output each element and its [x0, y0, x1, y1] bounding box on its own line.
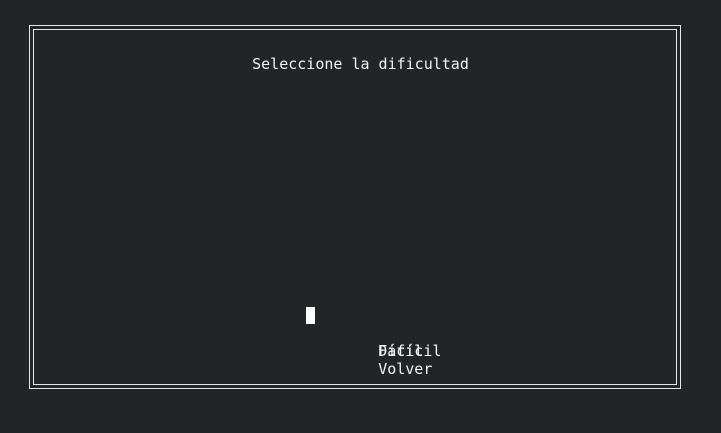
difficulty-menu: Fácil Difícil Volver	[306, 306, 441, 378]
menu-item-facil[interactable]: Fácil	[306, 306, 441, 360]
terminal-screen: Seleccione la dificultad Fácil Difícil V…	[0, 0, 721, 433]
menu-item-label: Volver	[378, 360, 433, 378]
menu-item-volver[interactable]: Volver	[306, 342, 441, 378]
menu-item-dificil[interactable]: Difícil	[306, 324, 441, 360]
page-title: Seleccione la dificultad	[252, 55, 469, 73]
selection-cursor-icon	[306, 307, 315, 324]
